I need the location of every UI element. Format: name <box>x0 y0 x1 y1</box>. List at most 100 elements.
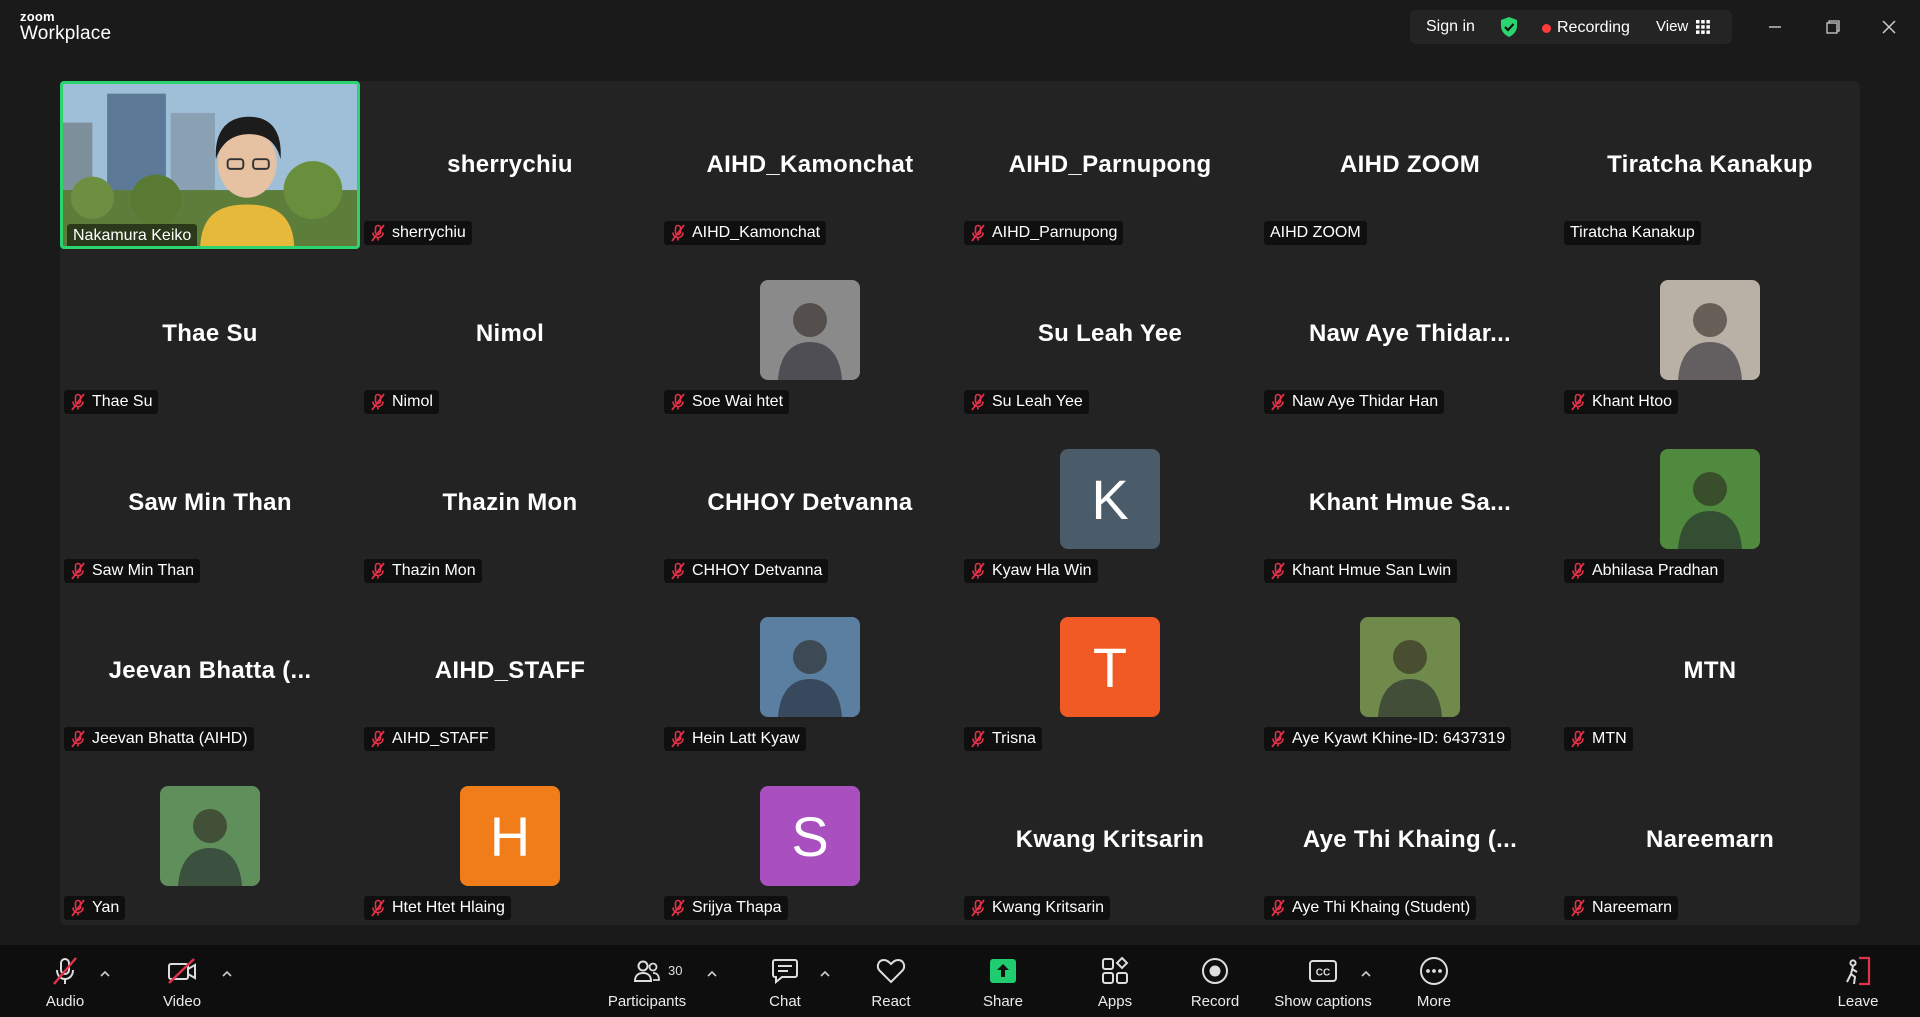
participant-name: MTN <box>1592 730 1627 747</box>
react-button[interactable]: React <box>846 955 936 1010</box>
more-button[interactable]: More <box>1389 955 1479 1010</box>
participant-name: Khant Hmue San Lwin <box>1292 562 1452 579</box>
participant-name-tag: Yan <box>64 896 126 920</box>
participant-tile[interactable]: AIHD_STAFF AIHD_STAFF <box>360 587 660 755</box>
participant-tile[interactable]: Hein Latt Kyaw <box>660 587 960 755</box>
participants-options-chevron-icon[interactable] <box>705 969 719 979</box>
participant-tile[interactable]: Yan <box>60 756 360 924</box>
video-options-chevron-icon[interactable] <box>220 969 234 979</box>
avatar <box>1660 280 1760 380</box>
participants-label: Participants <box>607 993 687 1010</box>
participant-tile[interactable]: Nimol Nimol <box>360 250 660 418</box>
participant-tile[interactable]: Naw Aye Thidar... Naw Aye Thidar Han <box>1260 250 1560 418</box>
view-button[interactable]: View <box>1656 18 1711 35</box>
share-button[interactable]: Share <box>958 955 1048 1010</box>
microphone-muted-icon <box>671 899 685 917</box>
participant-tile[interactable]: AIHD_Kamonchat AIHD_Kamonchat <box>660 81 960 249</box>
participant-name: Nareemarn <box>1592 899 1673 916</box>
participant-name: Saw Min Than <box>92 562 194 579</box>
brand-large: Workplace <box>20 23 112 44</box>
participant-tile[interactable]: Su Leah Yee Su Leah Yee <box>960 250 1260 418</box>
microphone-muted-icon <box>1271 730 1285 748</box>
participant-display-name: AIHD_Parnupong <box>1008 151 1212 178</box>
show-captions-label: Show captions <box>1274 993 1372 1010</box>
participant-name: Yan <box>92 899 120 916</box>
title-bar: zoom Workplace Sign in Recording View <box>0 0 1920 56</box>
participant-name-tag: Kwang Kritsarin <box>964 896 1111 920</box>
participant-name-tag: Khant Hmue San Lwin <box>1264 559 1458 583</box>
microphone-muted-icon <box>1571 730 1585 748</box>
brand-small: zoom <box>20 9 55 24</box>
chat-icon <box>772 959 798 985</box>
audio-button[interactable]: Audio <box>20 955 110 1010</box>
participant-tile[interactable]: Khant Htoo <box>1560 250 1860 418</box>
show-captions-button[interactable]: CC Show captions <box>1274 955 1372 1010</box>
video-button[interactable]: Video <box>137 955 227 1010</box>
participant-tile[interactable]: AIHD_Parnupong AIHD_Parnupong <box>960 81 1260 249</box>
participant-tile[interactable]: T Trisna <box>960 587 1260 755</box>
shield-check-icon[interactable] <box>1498 16 1520 38</box>
close-icon[interactable] <box>1876 14 1902 40</box>
participant-tile[interactable]: Nareemarn Nareemarn <box>1560 756 1860 924</box>
participant-tile[interactable]: sherrychiu sherrychiu <box>360 81 660 249</box>
participant-display-name: Nareemarn <box>1645 826 1775 853</box>
participant-tile[interactable]: Abhilasa Pradhan <box>1560 419 1860 587</box>
participant-display-name: Naw Aye Thidar... <box>1308 320 1512 347</box>
meeting-toolbar: Audio Video Participants 30 Chat React S… <box>0 945 1920 1017</box>
participant-name: Khant Htoo <box>1592 393 1673 410</box>
initial-avatar: H <box>460 786 560 886</box>
initial-avatar: S <box>760 786 860 886</box>
participant-name-tag: Jeevan Bhatta (AIHD) <box>64 727 254 751</box>
participant-tile[interactable]: Soe Wai htet <box>660 250 960 418</box>
chat-options-chevron-icon[interactable] <box>818 969 832 979</box>
participant-display-name: AIHD ZOOM <box>1339 151 1481 178</box>
restore-icon[interactable] <box>1820 14 1846 40</box>
more-label: More <box>1416 993 1452 1010</box>
participant-display-name: AIHD_STAFF <box>434 657 586 684</box>
participant-tile[interactable]: AIHD ZOOM AIHD ZOOM <box>1260 81 1560 249</box>
participant-tile[interactable]: S Srijya Thapa <box>660 756 960 924</box>
microphone-muted-icon <box>53 957 77 985</box>
minimize-icon[interactable] <box>1762 14 1788 40</box>
participant-tile[interactable]: Jeevan Bhatta (... Jeevan Bhatta (AIHD) <box>60 587 360 755</box>
participant-tile[interactable]: Nakamura Keiko <box>60 81 360 249</box>
participant-name-tag: AIHD ZOOM <box>1264 221 1367 245</box>
microphone-muted-icon <box>971 224 985 242</box>
participant-name: Nakamura Keiko <box>73 227 192 244</box>
participant-tile[interactable]: Khant Hmue Sa... Khant Hmue San Lwin <box>1260 419 1560 587</box>
participant-tile[interactable]: Aye Kyawt Khine-ID: 6437319 <box>1260 587 1560 755</box>
avatar <box>1660 449 1760 549</box>
participant-tile[interactable]: K Kyaw Hla Win <box>960 419 1260 587</box>
record-button[interactable]: Record <box>1170 955 1260 1010</box>
participant-tile[interactable]: H Htet Htet Hlaing <box>360 756 660 924</box>
video-feed <box>63 84 357 246</box>
participant-display-name: Aye Thi Khaing (... <box>1302 826 1518 853</box>
sign-in-button[interactable]: Sign in <box>1426 18 1475 36</box>
participant-tile[interactable]: Saw Min Than Saw Min Than <box>60 419 360 587</box>
participant-tile[interactable]: Thae Su Thae Su <box>60 250 360 418</box>
captions-options-chevron-icon[interactable] <box>1359 969 1373 979</box>
participant-tile[interactable]: Aye Thi Khaing (... Aye Thi Khaing (Stude… <box>1260 756 1560 924</box>
view-label: View <box>1656 18 1689 35</box>
participant-tile[interactable]: Kwang Kritsarin Kwang Kritsarin <box>960 756 1260 924</box>
participant-name: Aye Kyawt Khine-ID: 6437319 <box>1292 730 1506 747</box>
participant-tile[interactable]: Tiratcha Kanakup Tiratcha Kanakup <box>1560 81 1860 249</box>
microphone-muted-icon <box>371 562 385 580</box>
microphone-muted-icon <box>671 730 685 748</box>
profile-photo <box>1660 449 1760 549</box>
participant-name: sherrychiu <box>392 224 466 241</box>
apps-button[interactable]: Apps <box>1070 955 1160 1010</box>
profile-photo <box>760 617 860 717</box>
leave-button[interactable]: Leave <box>1813 955 1903 1010</box>
participant-tile[interactable]: MTN MTN <box>1560 587 1860 755</box>
react-label: React <box>871 993 911 1010</box>
participant-name: Nimol <box>392 393 433 410</box>
participant-name: CHHOY Detvanna <box>692 562 823 579</box>
recording-indicator[interactable]: Recording <box>1542 19 1630 37</box>
participant-tile[interactable]: Thazin Mon Thazin Mon <box>360 419 660 587</box>
audio-options-chevron-icon[interactable] <box>98 969 112 979</box>
participant-tile[interactable]: CHHOY Detvanna CHHOY Detvanna <box>660 419 960 587</box>
participant-display-name: Khant Hmue Sa... <box>1308 489 1512 516</box>
chat-button[interactable]: Chat <box>740 955 830 1010</box>
microphone-muted-icon <box>1271 393 1285 411</box>
